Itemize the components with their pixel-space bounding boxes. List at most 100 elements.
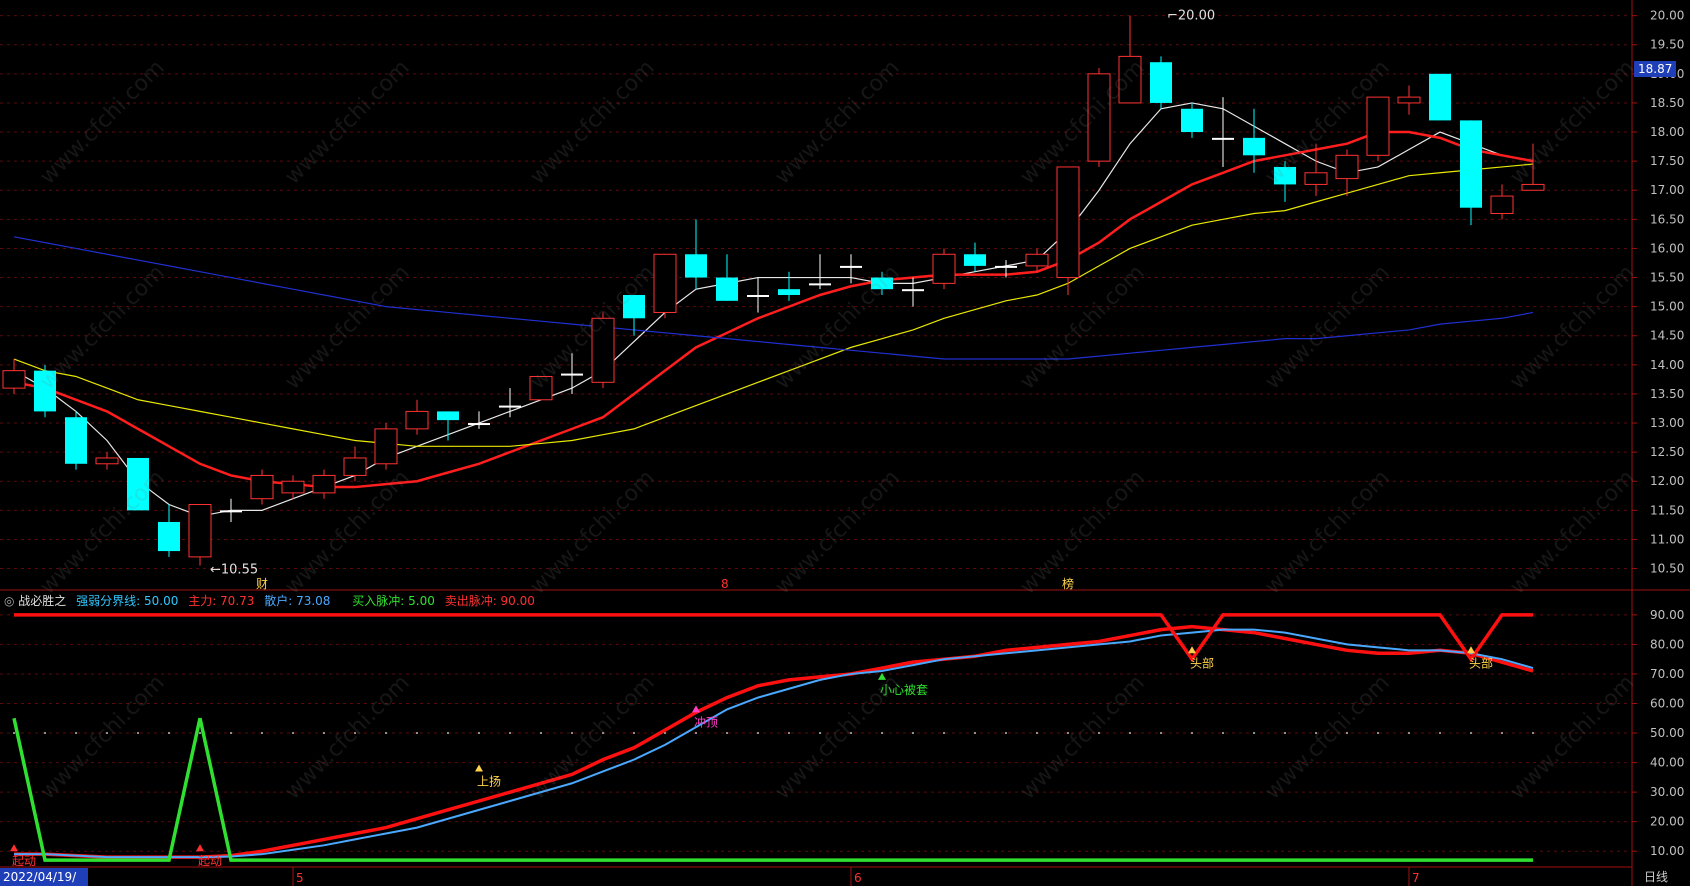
strength-dot	[540, 732, 542, 735]
strength-dot	[1501, 732, 1503, 735]
y-tick-label: 17.50	[1650, 154, 1684, 168]
y-tick-label: 20.00	[1650, 815, 1684, 829]
strength-dot	[1036, 732, 1038, 735]
y-tick-label: 11.00	[1650, 532, 1684, 546]
strength-dot	[1532, 732, 1534, 735]
signal-label: 头部	[1190, 655, 1214, 670]
y-tick-label: 18.00	[1650, 125, 1684, 139]
y-tick-label: 14.50	[1650, 329, 1684, 343]
candle-body	[778, 289, 800, 295]
strength-dot	[1377, 732, 1379, 735]
candle-body	[747, 295, 769, 297]
candle-body	[1212, 137, 1234, 140]
y-tick-label: 10.00	[1650, 844, 1684, 858]
chart-canvas[interactable]: 10.50 11.00 11.50 12.00 12.50 13.00 13.50 14.00…	[0, 0, 1690, 886]
strength-dot	[1222, 732, 1224, 735]
strength-dot	[447, 732, 449, 735]
strength-dot	[695, 732, 697, 735]
candle-body	[1025, 253, 1049, 267]
current-price-badge: 18.87	[1634, 61, 1677, 77]
strength-dot	[819, 732, 821, 735]
candle-body	[65, 417, 87, 464]
strength-dot	[1408, 732, 1410, 735]
candle-body	[932, 253, 956, 284]
candle-body	[561, 373, 583, 376]
y-tick-label: 12.00	[1650, 474, 1684, 488]
chart-window: 10.50 11.00 11.50 12.00 12.50 13.00 13.50 14.00…	[0, 0, 1690, 886]
candle-body	[499, 405, 521, 408]
y-tick-label: 13.50	[1650, 387, 1684, 401]
indicator-name: 战必胜之	[18, 594, 67, 608]
candle-body	[158, 521, 180, 552]
indicator-header: ◎ 战必胜之 强弱分界线: 50.00 主力: 70.73 散户: 73.08 …	[4, 592, 535, 609]
period-label[interactable]: 日线	[1644, 868, 1668, 886]
candle-body	[1304, 172, 1328, 185]
strength-dot	[261, 732, 263, 735]
candle-body	[437, 411, 459, 421]
cursor-date-box: 2022/04/19/二	[0, 868, 88, 886]
event-marker: 8	[721, 577, 729, 591]
strength-dot	[943, 732, 945, 735]
strength-dot	[571, 732, 573, 735]
strength-dot	[912, 732, 914, 735]
strength-dot	[385, 732, 387, 735]
candle-body	[343, 457, 367, 476]
indicator-item-1: 主力: 70.73	[188, 594, 255, 608]
candle-body	[685, 254, 707, 278]
strength-dot	[1470, 732, 1472, 735]
candle-body	[312, 474, 336, 494]
event-marker: 财	[256, 577, 268, 591]
signal-arrow	[692, 705, 700, 713]
y-tick-label: 13.00	[1650, 416, 1684, 430]
indicator-toggle-icon[interactable]: ◎	[4, 594, 18, 608]
strength-dot	[881, 732, 883, 735]
strength-dot	[1439, 732, 1441, 735]
strength-dot	[974, 732, 976, 735]
candle-body	[1150, 62, 1172, 103]
strength-dot	[509, 732, 511, 735]
signal-arrow	[1188, 646, 1196, 654]
candle-body	[902, 289, 924, 292]
strength-dot	[168, 732, 170, 735]
candle-body	[405, 410, 429, 430]
y-tick-label: 80.00	[1650, 637, 1684, 651]
candle-body	[716, 277, 738, 301]
y-tick-label: 14.00	[1650, 358, 1684, 372]
signal-label: 起动	[198, 854, 222, 868]
signal-label: 头部	[1469, 655, 1493, 670]
strength-dot	[788, 732, 790, 735]
price-extreme-label: ←10.55	[210, 563, 258, 578]
y-tick-label: 18.50	[1650, 96, 1684, 110]
candle-body	[1335, 154, 1359, 180]
candle-body	[964, 254, 986, 266]
y-tick-label: 19.50	[1650, 38, 1684, 52]
strength-dot	[416, 732, 418, 735]
y-tick-label: 16.50	[1650, 212, 1684, 226]
strength-dot	[633, 732, 635, 735]
y-tick-label: 16.00	[1650, 241, 1684, 255]
y-tick-label: 12.50	[1650, 445, 1684, 459]
strength-dot	[323, 732, 325, 735]
y-tick-label: 20.00	[1650, 9, 1684, 23]
y-tick-label: 11.50	[1650, 503, 1684, 517]
candle-body	[1397, 96, 1421, 104]
candle-body	[995, 265, 1017, 268]
strength-dot	[1284, 732, 1286, 735]
indicator-item-0: 强弱分界线: 50.00	[76, 594, 179, 608]
candle-body	[95, 457, 119, 465]
candle-body	[809, 283, 831, 286]
ma-line	[13, 102, 1534, 517]
ma-line	[13, 163, 1534, 447]
strength-dot	[1253, 732, 1255, 735]
strength-dot	[230, 732, 232, 735]
y-tick-label: 30.00	[1650, 785, 1684, 799]
event-marker: 榜	[1062, 576, 1074, 591]
candle-body	[840, 265, 862, 268]
signal-arrow	[196, 844, 204, 852]
candle-body	[1429, 73, 1451, 121]
strength-dot	[1160, 732, 1162, 735]
y-tick-label: 15.50	[1650, 271, 1684, 285]
strength-dot	[292, 732, 294, 735]
strength-dot	[44, 732, 46, 735]
y-tick-label: 60.00	[1650, 697, 1684, 711]
